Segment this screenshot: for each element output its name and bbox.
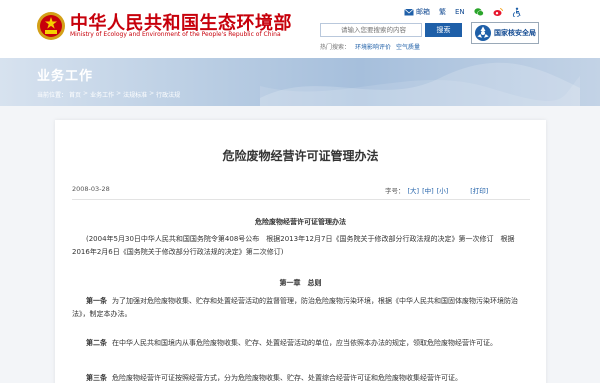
hot-search-item[interactable]: 环境影响评价	[355, 42, 391, 51]
article-number: 第二条	[86, 339, 107, 347]
article-number: 第三条	[86, 374, 107, 382]
article-title: 危险废物经营许可证管理办法	[222, 149, 379, 163]
breadcrumb-separator: >	[149, 90, 155, 97]
accessibility-icon[interactable]	[512, 7, 522, 17]
article-text: 危险废物经营许可证按照经营方式，分为危险废物收集、贮存、处置综合经营许可证和危险…	[112, 374, 462, 382]
nuclear-safety-logo-icon	[475, 25, 491, 41]
font-size-label: 字号：	[385, 187, 405, 195]
nuclear-safety-badge[interactable]: 国家核安全局	[471, 22, 539, 44]
weibo-icon[interactable]	[493, 7, 503, 17]
org-name-en[interactable]: Ministry of Ecology and Environment of t…	[70, 31, 281, 38]
breadcrumb-label: 当前位置：	[37, 92, 68, 99]
hot-search-item[interactable]: 空气质量	[396, 42, 420, 51]
hot-search-label: 热门搜索：	[320, 44, 351, 51]
print-button[interactable]: [打印]	[470, 185, 488, 195]
publish-date: 2008-03-28	[72, 185, 110, 193]
badge-label: 国家核安全局	[494, 29, 536, 37]
divider	[72, 199, 530, 200]
font-size-medium-button[interactable]: [中]	[422, 185, 434, 195]
article-paragraph: 第三条 危险废物经营许可证按照经营方式，分为危险废物收集、贮存、处置综合经营许可证…	[72, 372, 530, 383]
tools-spacer	[451, 185, 467, 195]
article-tools: 字号： [大] [中] [小] [打印]	[385, 185, 488, 195]
article-card: 危险废物经营许可证管理办法 2008-03-28 字号： [大] [中] [小]…	[55, 120, 546, 383]
english-link[interactable]: EN	[455, 8, 465, 16]
mail-icon	[404, 8, 414, 16]
breadcrumb-separator: >	[116, 90, 122, 97]
chapter-heading: 第一章 总则	[279, 279, 322, 287]
breadcrumb-item[interactable]: 法规标准	[123, 90, 147, 99]
breadcrumb: 当前位置： 首页 > 业务工作 > 法规标准 > 行政法规	[37, 90, 180, 99]
mail-label: 邮箱	[416, 8, 430, 16]
section-banner: 业务工作 当前位置： 首页 > 业务工作 > 法规标准 > 行政法规	[0, 58, 600, 106]
breadcrumb-item[interactable]: 业务工作	[90, 90, 114, 99]
article-text: 为了加强对危险废物收集、贮存和处置经营活动的监督管理，防治危险废物污染环境，根据…	[72, 297, 518, 318]
site-header: 中华人民共和国生态环境部 Ministry of Ecology and Env…	[0, 0, 600, 58]
mail-link[interactable]: 邮箱	[404, 7, 430, 17]
breadcrumb-item[interactable]: 行政法规	[156, 90, 180, 99]
banner-decoration	[260, 62, 580, 106]
font-size-large-button[interactable]: [大]	[408, 185, 420, 195]
article-text: 在中华人民共和国境内从事危险废物收集、贮存、处置经营活动的单位，应当依照本办法的…	[112, 339, 497, 347]
wechat-icon[interactable]	[474, 7, 484, 17]
search-input[interactable]	[320, 23, 422, 37]
section-title: 业务工作	[37, 69, 94, 84]
article-paragraph: 第二条 在中华人民共和国境内从事危险废物收集、贮存、处置经营活动的单位，应当依照本…	[72, 337, 530, 350]
article-paragraph: 第一条 为了加强对危险废物收集、贮存和处置经营活动的监督管理，防治危险废物污染环境…	[72, 295, 530, 320]
breadcrumb-item[interactable]: 首页	[69, 90, 81, 99]
traditional-chinese-link[interactable]: 繁	[439, 7, 446, 17]
breadcrumb-separator: >	[83, 90, 89, 97]
document-title: 危险废物经营许可证管理办法	[255, 218, 346, 226]
top-toolbar: 邮箱 繁 EN	[404, 5, 522, 19]
search-button[interactable]: 搜索	[425, 23, 462, 37]
national-emblem-icon[interactable]	[36, 11, 66, 41]
font-size-small-button[interactable]: [小]	[437, 185, 449, 195]
preface-paragraph: (2004年5月30日中华人民共和国国务院令第408号公布 根据2013年12月…	[72, 235, 515, 256]
article-number: 第一条	[86, 297, 107, 305]
hot-search: 热门搜索： 环境影响评价 空气质量	[320, 42, 420, 51]
